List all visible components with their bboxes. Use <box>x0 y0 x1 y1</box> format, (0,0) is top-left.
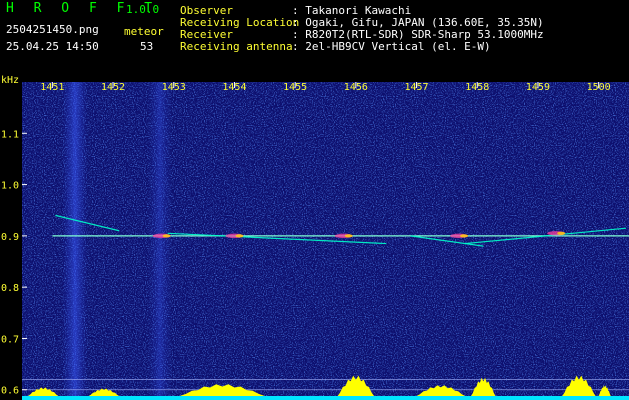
antenna-value: : 2el-HB9CV Vertical (el. E-W) <box>292 40 491 53</box>
y-tick-label: 0.8 <box>1 283 19 294</box>
x-tick-label: 1458 <box>465 82 489 93</box>
interference-stripe <box>62 82 88 400</box>
antenna-label: Receiving antenna <box>180 40 293 53</box>
app-version: 1.0.0 <box>126 3 160 16</box>
x-tick-label: 1500 <box>587 82 611 93</box>
y-axis-unit: kHz <box>1 75 19 86</box>
x-tick-label: 1456 <box>344 82 368 93</box>
x-tick-label: 1453 <box>162 82 186 93</box>
x-tick-label: 1454 <box>222 82 246 93</box>
x-tick-label: 1457 <box>405 82 429 93</box>
y-tick-label: 1.1 <box>1 129 19 140</box>
level-baseline <box>22 396 629 400</box>
x-tick-label: 1451 <box>40 82 64 93</box>
meteor-hotspot-core <box>162 234 171 238</box>
x-tick-label: 1452 <box>101 82 125 93</box>
meteor-hotspot-core <box>460 234 469 238</box>
meteor-label: meteor <box>124 25 164 38</box>
meteor-hotspot-core <box>344 234 353 238</box>
x-tick-label: 1459 <box>526 82 550 93</box>
file-name: 2504251450.png <box>6 23 99 36</box>
interference-stripe <box>148 82 172 400</box>
y-tick-label: 0.7 <box>1 334 19 345</box>
header: H R O F F T 1.0.0 2504251450.png 25.04.2… <box>0 0 629 72</box>
date-time: 25.04.25 14:50 <box>6 40 99 53</box>
y-tick-label: 1.0 <box>1 181 19 192</box>
meteor-count: 53 <box>140 40 154 53</box>
meteor-hotspot-core <box>235 234 244 238</box>
meteor-hotspot-core <box>557 231 566 235</box>
y-tick-label: 0.6 <box>1 386 19 397</box>
y-tick-label: 0.9 <box>1 232 19 243</box>
x-tick-label: 1455 <box>283 82 307 93</box>
spectrogram: 1451 1452 1453 1454 1455 1456 1457 1458 1459 1500… <box>1 75 629 400</box>
